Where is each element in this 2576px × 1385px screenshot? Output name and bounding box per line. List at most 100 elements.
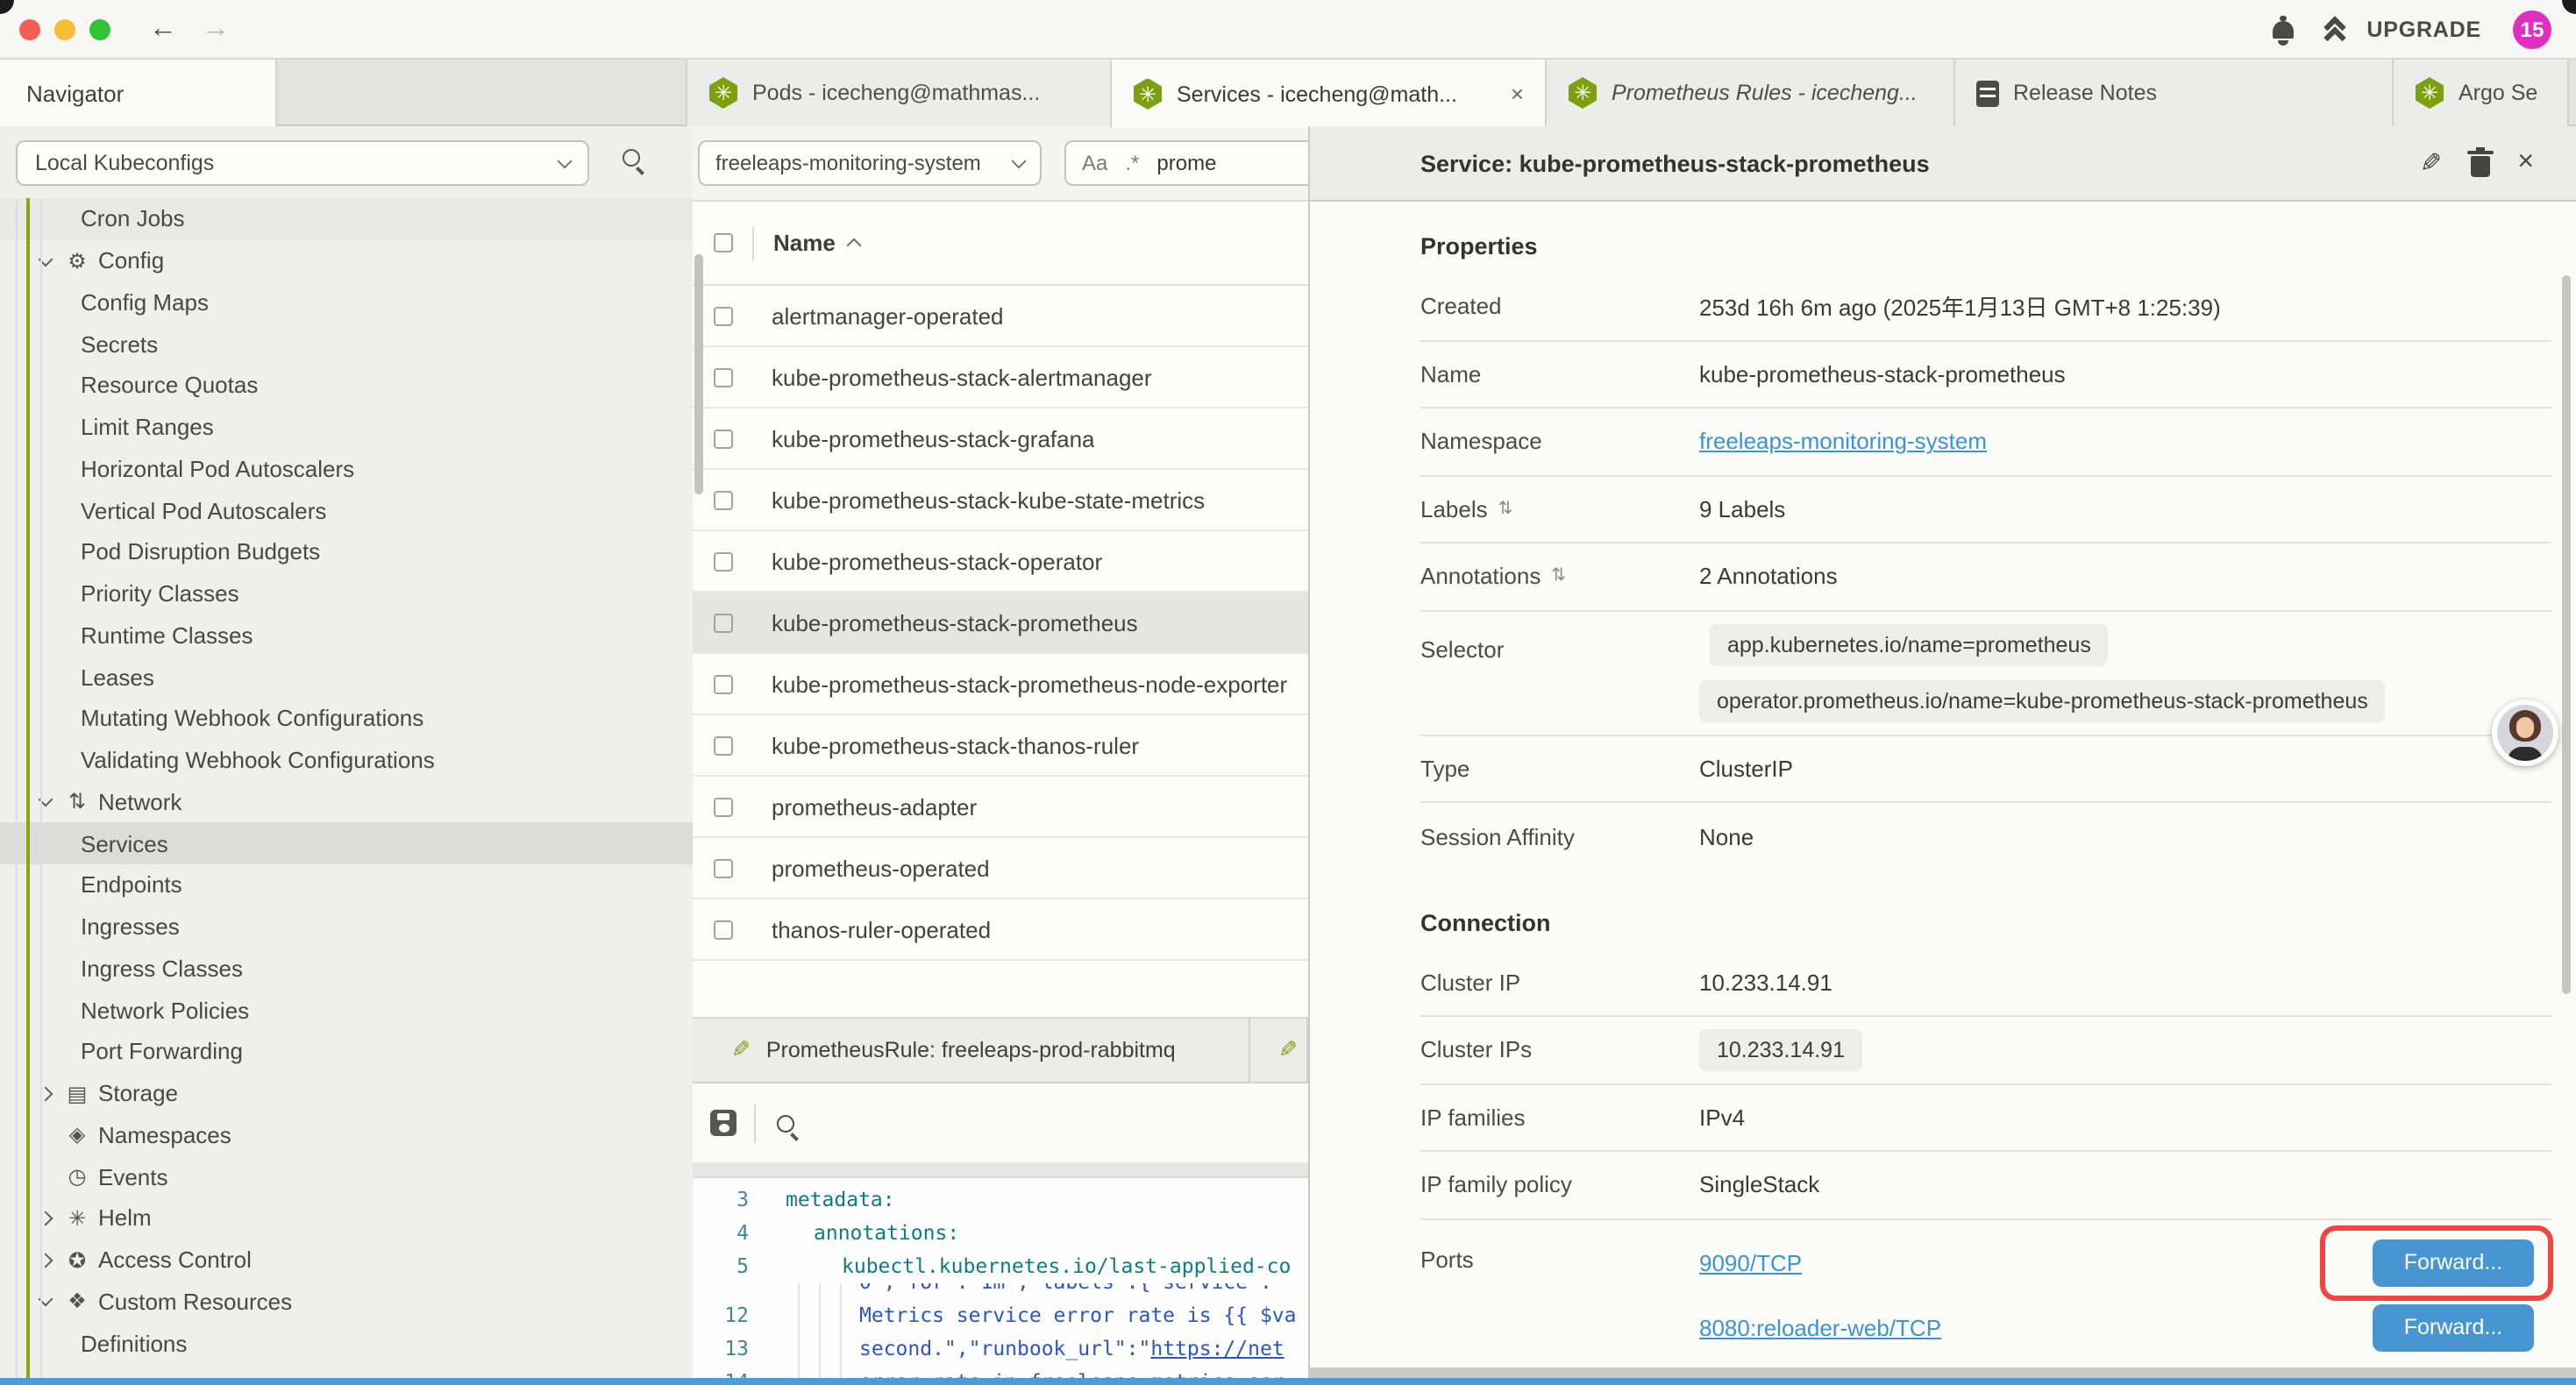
sidebar-item[interactable]: Runtime Classes xyxy=(0,614,693,657)
tab[interactable]: Release Notes xyxy=(1953,60,2394,126)
notifications-bell-icon[interactable] xyxy=(2272,20,2293,38)
tab[interactable]: ✳ Argo Se xyxy=(2392,60,2569,126)
sidebar-item-label: Events xyxy=(98,1163,168,1190)
sidebar-item[interactable]: Secrets xyxy=(0,323,693,366)
sidebar-item[interactable]: Network Policies xyxy=(0,990,693,1032)
tab-label: Services - icecheng@math... xyxy=(1177,82,1457,106)
forward-button[interactable]: Forward... xyxy=(2373,1303,2534,1351)
tab[interactable]: ✳ Prometheus Rules - icecheng... xyxy=(1545,60,1955,126)
navigator-tab[interactable]: Navigator xyxy=(0,60,277,126)
edit-icon[interactable]: ✎ xyxy=(2420,147,2442,179)
sidebar-item[interactable]: Port Forwarding xyxy=(0,1031,693,1073)
row-checkbox[interactable] xyxy=(714,490,733,509)
sidebar-item[interactable]: Services xyxy=(0,823,693,865)
sidebar-item[interactable]: ⚙ Config xyxy=(0,240,693,282)
sidebar-item[interactable]: ▤ Storage xyxy=(0,1073,693,1115)
row-checkbox[interactable] xyxy=(714,613,733,632)
sidebar-item[interactable]: Pod Disruption Budgets xyxy=(0,531,693,573)
sidebar-item[interactable]: Leases xyxy=(0,657,693,699)
sidebar-item[interactable]: ✪ Access Control xyxy=(0,1239,693,1282)
code-text: 0","for":"1m","labels":{"service":" xyxy=(859,1283,1284,1294)
sidebar-item[interactable]: Priority Classes xyxy=(0,573,693,615)
row-checkbox[interactable] xyxy=(714,920,733,939)
table-row[interactable]: kube-prometheus-stack-grafana xyxy=(693,408,1308,470)
chevron-icon xyxy=(39,1086,53,1101)
table-row[interactable]: alertmanager-operated xyxy=(693,286,1308,347)
sidebar-item[interactable]: Cron Jobs xyxy=(0,198,693,240)
editor-tab[interactable]: ✎ PrometheusRule: freeleaps-prod-rabbitm… xyxy=(693,1019,1250,1082)
match-case-toggle[interactable]: Aa xyxy=(1082,151,1107,175)
editor-tab-partial[interactable]: ✎ xyxy=(1250,1019,1308,1082)
forward-button[interactable]: → xyxy=(202,13,230,45)
panel-scrollbar[interactable] xyxy=(2562,275,2571,994)
zoom-window-button[interactable] xyxy=(89,18,110,39)
sidebar-item[interactable]: ❖ Custom Resources xyxy=(0,1281,693,1323)
sidebar-item[interactable]: Resource Quotas xyxy=(0,365,693,407)
sidebar-search-icon[interactable] xyxy=(623,149,640,167)
close-tab-icon[interactable]: × xyxy=(1511,81,1524,107)
row-checkbox[interactable] xyxy=(714,858,733,877)
code-link[interactable]: https://net xyxy=(1150,1336,1284,1360)
sidebar-item[interactable]: ◷ Events xyxy=(0,1156,693,1198)
row-checkbox[interactable] xyxy=(714,367,733,387)
select-all-checkbox[interactable] xyxy=(714,233,733,252)
namespace-link[interactable]: freeleaps-monitoring-system xyxy=(1699,429,1987,455)
sidebar-item[interactable]: Horizontal Pod Autoscalers xyxy=(0,448,693,490)
sidebar-item[interactable]: ⇅ Network xyxy=(0,781,693,823)
sidebar-item[interactable]: Endpoints xyxy=(0,864,693,906)
upgrade-button[interactable]: UPGRADE xyxy=(2324,17,2481,41)
close-panel-icon[interactable]: × xyxy=(2517,147,2534,179)
sidebar-item[interactable]: ◈ Namespaces xyxy=(0,1114,693,1156)
annotations-value[interactable]: 2 Annotations xyxy=(1699,564,1838,590)
sort-icon[interactable]: ⇅ xyxy=(1551,567,1566,586)
row-checkbox[interactable] xyxy=(714,735,733,755)
sidebar-item[interactable]: Definitions xyxy=(0,1323,693,1365)
tab-label: Argo Se xyxy=(2459,81,2537,105)
row-checkbox[interactable] xyxy=(714,429,733,448)
regex-toggle[interactable]: .* xyxy=(1125,151,1139,175)
port-link[interactable]: 9090/TCP xyxy=(1699,1249,1802,1275)
namespace-selector[interactable]: freeleaps-monitoring-system xyxy=(698,140,1042,186)
row-checkbox[interactable] xyxy=(714,674,733,693)
table-row[interactable]: thanos-ruler-operated xyxy=(693,899,1308,961)
sidebar-item[interactable]: Limit Ranges xyxy=(0,407,693,449)
labels-value[interactable]: 9 Labels xyxy=(1699,496,1785,522)
port-row: 8080:reloader-web/TCP Forward... xyxy=(1699,1295,2551,1360)
row-checkbox[interactable] xyxy=(714,306,733,325)
table-row[interactable]: kube-prometheus-stack-alertmanager xyxy=(693,347,1308,408)
notification-count-badge[interactable]: 15 xyxy=(2513,10,2551,48)
yaml-editor[interactable]: 3 metadata: 4 annotations: 5 kubectl.kub… xyxy=(693,1178,1308,1385)
minimize-window-button[interactable] xyxy=(54,18,75,39)
sidebar-item[interactable]: Ingresses xyxy=(0,906,693,948)
sidebar-item[interactable]: Validating Webhook Configurations xyxy=(0,740,693,782)
save-icon[interactable] xyxy=(710,1110,737,1136)
close-window-button[interactable] xyxy=(19,18,40,39)
table-row[interactable]: prometheus-operated xyxy=(693,838,1308,899)
table-row[interactable]: kube-prometheus-stack-operator xyxy=(693,531,1308,593)
table-row[interactable]: kube-prometheus-stack-prometheus-node-ex… xyxy=(693,654,1308,715)
delete-icon[interactable] xyxy=(2470,155,2489,176)
back-button[interactable]: ← xyxy=(149,13,177,45)
table-row[interactable]: kube-prometheus-stack-kube-state-metrics xyxy=(693,470,1308,531)
kubeconfig-selector[interactable]: Local Kubeconfigs xyxy=(16,140,589,186)
sidebar-item[interactable]: Mutating Webhook Configurations xyxy=(0,698,693,740)
sidebar-item[interactable]: Ingress Classes xyxy=(0,948,693,990)
port-link[interactable]: 8080:reloader-web/TCP xyxy=(1699,1314,1941,1340)
table-row[interactable]: kube-prometheus-stack-prometheus xyxy=(693,593,1308,654)
table-row[interactable]: prometheus-adapter xyxy=(693,777,1308,838)
sidebar-scrollbar[interactable] xyxy=(694,254,703,494)
search-input[interactable]: Aa .* prome xyxy=(1064,140,1308,186)
table-row[interactable]: kube-prometheus-stack-thanos-ruler xyxy=(693,715,1308,777)
forward-button[interactable]: Forward... xyxy=(2373,1239,2534,1286)
row-checkbox[interactable] xyxy=(714,797,733,816)
sort-icon[interactable]: ⇅ xyxy=(1498,500,1513,519)
sidebar-item[interactable]: Config Maps xyxy=(0,281,693,323)
tab[interactable]: ✳ Pods - icecheng@mathmas... xyxy=(686,60,1112,126)
sidebar-item[interactable]: ✳ Helm xyxy=(0,1197,693,1239)
row-checkbox[interactable] xyxy=(714,551,733,571)
editor-search-icon[interactable] xyxy=(777,1114,794,1132)
sidebar-item[interactable]: Vertical Pod Autoscalers xyxy=(0,490,693,532)
name-column-header[interactable]: Name xyxy=(773,230,836,256)
tab[interactable]: ✳ Services - icecheng@math... × xyxy=(1110,60,1547,128)
assistant-avatar[interactable] xyxy=(2492,700,2558,766)
